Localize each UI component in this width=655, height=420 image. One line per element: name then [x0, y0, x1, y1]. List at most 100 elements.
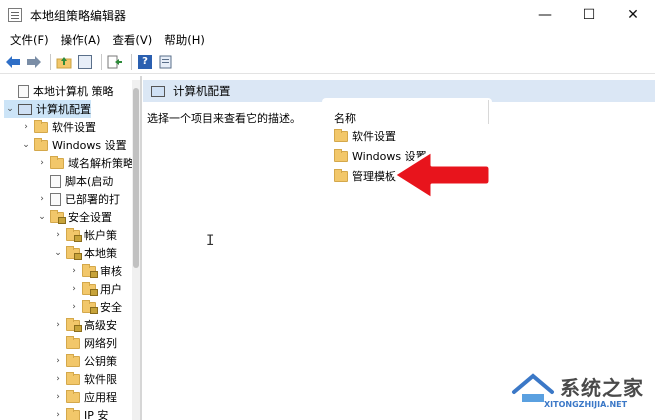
tree-item[interactable]: 网络列: [52, 334, 117, 352]
back-icon[interactable]: [4, 53, 22, 71]
maximize-button[interactable]: ☐: [567, 0, 611, 30]
tree-item[interactable]: › 高级安: [52, 316, 117, 334]
watermark-logo: 系统之家 XITONGZHIJIA.NET: [508, 370, 648, 415]
window-controls: — ☐ ✕: [523, 0, 655, 30]
menu-file[interactable]: 文件(F): [4, 30, 55, 50]
chevron-down-icon[interactable]: ⌄: [20, 140, 32, 150]
tree-item[interactable]: › 域名解析策略: [36, 154, 132, 172]
tree-pane[interactable]: 本地计算机 策略 ⌄ 计算机配置 › 软件设置 ⌄ Windows 设置 › 域名解析策略 脚本(…: [0, 80, 132, 420]
tree-item[interactable]: › 审核: [68, 262, 122, 280]
menu-action[interactable]: 操作(A): [55, 30, 107, 50]
tree-item[interactable]: › 软件限: [52, 370, 117, 388]
up-folder-icon[interactable]: [55, 53, 73, 71]
chevron-right-icon[interactable]: ›: [36, 158, 48, 168]
folder-icon: [50, 155, 64, 169]
shield-icon: [50, 209, 66, 224]
details-header-title: 计算机配置: [173, 84, 231, 98]
menu-help[interactable]: 帮助(H): [158, 30, 211, 50]
folder-icon: [66, 335, 80, 349]
tree-item-label: 审核: [100, 265, 122, 278]
tree-item[interactable]: › 公钥策: [52, 352, 117, 370]
column-divider[interactable]: [488, 100, 489, 124]
chevron-right-icon[interactable]: ›: [52, 392, 64, 402]
tree-item[interactable]: ⌄ Windows 设置: [20, 136, 127, 154]
chevron-right-icon[interactable]: ›: [52, 410, 64, 420]
chevron-right-icon[interactable]: ›: [52, 320, 64, 330]
tree-item-label: 安全设置: [68, 211, 112, 224]
tree-scrollbar[interactable]: [132, 80, 140, 420]
tree-item[interactable]: › 安全: [68, 298, 122, 316]
tree-item-label: 网络列: [84, 337, 117, 350]
properties-icon[interactable]: [157, 53, 175, 71]
tree-item[interactable]: › 应用程: [52, 388, 117, 406]
toolbar-separator: [101, 53, 102, 70]
menu-view[interactable]: 查看(V): [106, 30, 158, 50]
chevron-right-icon[interactable]: ›: [68, 266, 80, 276]
pc-icon: [18, 103, 32, 115]
tree-item-label: 高级安: [84, 319, 117, 332]
chevron-right-icon[interactable]: ›: [20, 122, 32, 132]
tree-item-label: IP 安: [84, 409, 109, 420]
tree-item-label: 软件设置: [52, 121, 96, 134]
doc-icon: [50, 174, 61, 188]
printer-icon: [50, 192, 61, 206]
minimize-button[interactable]: —: [523, 0, 567, 30]
tree-item[interactable]: 本地计算机 策略: [4, 82, 114, 100]
title-bar: 本地组策略编辑器 — ☐ ✕: [0, 0, 655, 30]
list-item-admin-templates[interactable]: 管理模板: [334, 167, 396, 185]
tree-item[interactable]: › 帐户策: [52, 226, 117, 244]
tree-item-label: 脚本(启动: [65, 175, 114, 188]
tree-item[interactable]: › IP 安: [52, 406, 108, 420]
tree-item-label: 已部署的打: [65, 193, 120, 206]
chevron-down-icon[interactable]: ⌄: [36, 212, 48, 222]
pane-divider[interactable]: [140, 76, 142, 420]
list-item-label: 软件设置: [352, 130, 396, 143]
tree-item[interactable]: › 软件设置: [20, 118, 96, 136]
tree-item-label: 安全: [100, 301, 122, 314]
app-icon: [8, 8, 22, 22]
folder-icon: [66, 353, 80, 367]
red-arrow-annotation: [392, 149, 492, 201]
list-item-software-settings[interactable]: 软件设置: [334, 127, 396, 145]
tree-item[interactable]: ⌄ 计算机配置: [4, 100, 91, 118]
tree-item[interactable]: › 用户: [68, 280, 122, 298]
chevron-down-icon[interactable]: ⌄: [4, 104, 16, 114]
folder-icon: [334, 168, 348, 182]
tree-item[interactable]: 脚本(启动: [36, 172, 113, 190]
tree-item-label: 本地策: [84, 247, 117, 260]
folder-lock-icon: [82, 281, 98, 296]
text-cursor-icon: I: [206, 233, 215, 249]
export-list-icon[interactable]: [106, 53, 124, 71]
tree-item-label: 本地计算机 策略: [33, 85, 114, 98]
chevron-right-icon[interactable]: ›: [52, 230, 64, 240]
tree-item[interactable]: ⌄ 安全设置: [36, 208, 112, 226]
tree-item-label: 域名解析策略: [68, 157, 132, 170]
forward-icon[interactable]: [25, 53, 43, 71]
tree-item-label: Windows 设置: [52, 139, 127, 152]
chevron-right-icon[interactable]: ›: [36, 194, 48, 204]
chevron-right-icon[interactable]: ›: [52, 356, 64, 366]
folder-icon: [334, 128, 348, 142]
close-button[interactable]: ✕: [611, 0, 655, 30]
tree-item[interactable]: › 已部署的打: [36, 190, 120, 208]
chevron-right-icon[interactable]: ›: [68, 302, 80, 312]
folder-lock-icon: [82, 299, 98, 314]
description-text: 选择一个项目来查看它的描述。: [147, 112, 301, 125]
tree-item-label: 应用程: [84, 391, 117, 404]
column-header-name[interactable]: 名称: [334, 110, 356, 126]
chevron-down-icon[interactable]: ⌄: [52, 248, 64, 258]
toolbar: ?: [0, 50, 655, 74]
folder-icon: [66, 371, 80, 385]
scrollbar-thumb[interactable]: [133, 88, 139, 268]
folder-lock-icon: [66, 245, 82, 260]
show-hide-tree-icon[interactable]: [76, 53, 94, 71]
tree-item[interactable]: ⌄ 本地策: [52, 244, 117, 262]
folder-icon: [334, 148, 348, 162]
toolbar-separator: [50, 53, 51, 70]
help-icon[interactable]: ?: [136, 53, 154, 71]
folder-lock-icon: [66, 227, 82, 242]
chevron-right-icon[interactable]: ›: [52, 374, 64, 384]
chevron-right-icon[interactable]: ›: [68, 284, 80, 294]
folder-icon: [66, 407, 80, 420]
menu-bar: 文件(F) 操作(A) 查看(V) 帮助(H): [0, 30, 655, 50]
